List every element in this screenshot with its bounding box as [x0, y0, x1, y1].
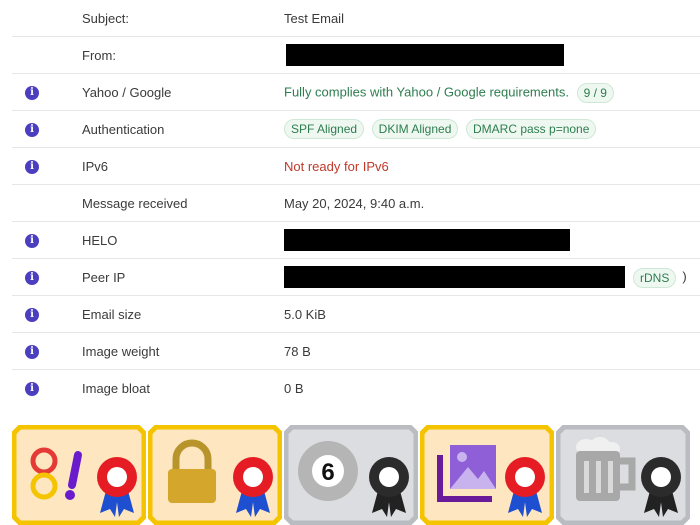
row-image-bloat: i Image bloat 0 B: [12, 370, 700, 407]
email-size-value: 5.0 KiB: [284, 307, 326, 322]
rdns-close-paren: ): [682, 269, 687, 285]
rdns-wrapper: rDNS): [633, 268, 687, 288]
yahoo-google-status: Fully complies with Yahoo / Google requi…: [284, 84, 569, 100]
email-size-label: Email size: [82, 307, 142, 322]
authentication-badges: SPF Aligned DKIM Aligned DMARC pass p=no…: [284, 119, 600, 139]
authentication-label: Authentication: [82, 122, 165, 137]
image-certificate[interactable]: [420, 425, 554, 525]
info-icon[interactable]: i: [25, 308, 39, 322]
info-icon[interactable]: i: [25, 345, 39, 359]
image-bloat-value: 0 B: [284, 381, 304, 396]
row-helo: i HELO: [12, 222, 700, 259]
yahoo-google-value: Fully complies with Yahoo / Google requi…: [284, 83, 618, 103]
image-bloat-label: Image bloat: [82, 381, 150, 396]
subject-value: Test Email: [284, 11, 344, 26]
dkim-badge: DKIM Aligned: [371, 119, 459, 139]
row-email-size: i Email size 5.0 KiB: [12, 296, 700, 333]
info-icon[interactable]: i: [25, 160, 39, 174]
info-icon[interactable]: i: [25, 86, 39, 100]
row-from: From:: [12, 37, 700, 74]
row-ipv6: i IPv6 Not ready for IPv6: [12, 148, 700, 185]
info-icon[interactable]: i: [25, 234, 39, 248]
peer-ip-label: Peer IP: [82, 270, 126, 285]
size-certificate[interactable]: [556, 425, 690, 525]
yahoo-google-certificate[interactable]: [12, 425, 146, 525]
info-icon[interactable]: i: [25, 123, 39, 137]
row-peer-ip: i Peer IP rDNS): [12, 259, 700, 296]
image-weight-value: 78 B: [284, 344, 311, 359]
peer-ip-redacted: [284, 266, 625, 288]
row-image-weight: i Image weight 78 B: [12, 333, 700, 370]
row-authentication: i Authentication SPF Aligned DKIM Aligne…: [12, 111, 700, 148]
eight-ball-icon: 6: [298, 441, 358, 501]
from-redacted: [286, 44, 564, 66]
authentication-certificate[interactable]: [148, 425, 282, 525]
email-report-table: Subject: Test Email From: i Yahoo / Goog…: [12, 0, 700, 407]
info-icon[interactable]: i: [25, 382, 39, 396]
ipv6-value: Not ready for IPv6: [284, 159, 389, 174]
info-icon[interactable]: i: [25, 271, 39, 285]
helo-redacted: [284, 229, 570, 251]
row-message-received: Message received May 20, 2024, 9:40 a.m.: [12, 185, 700, 222]
from-label: From:: [82, 48, 116, 63]
subject-label: Subject:: [82, 11, 129, 26]
yahoo-google-score-badge: 9 / 9: [576, 83, 614, 103]
row-subject: Subject: Test Email: [12, 0, 700, 37]
certificates-bar: 6: [12, 425, 700, 525]
row-yahoo-google: i Yahoo / Google Fully complies with Yah…: [12, 74, 700, 111]
ipv6-label: IPv6: [82, 159, 109, 174]
rdns-badge[interactable]: rDNS: [633, 268, 677, 288]
message-received-label: Message received: [82, 196, 188, 211]
ipv6-ball-number: 6: [321, 459, 334, 486]
yahoo-google-label: Yahoo / Google: [82, 85, 172, 100]
message-received-value: May 20, 2024, 9:40 a.m.: [284, 196, 425, 211]
helo-label: HELO: [82, 233, 118, 248]
dmarc-badge: DMARC pass p=none: [466, 119, 597, 139]
spf-badge: SPF Aligned: [284, 119, 365, 139]
image-weight-label: Image weight: [82, 344, 160, 359]
ipv6-certificate[interactable]: 6: [284, 425, 418, 525]
